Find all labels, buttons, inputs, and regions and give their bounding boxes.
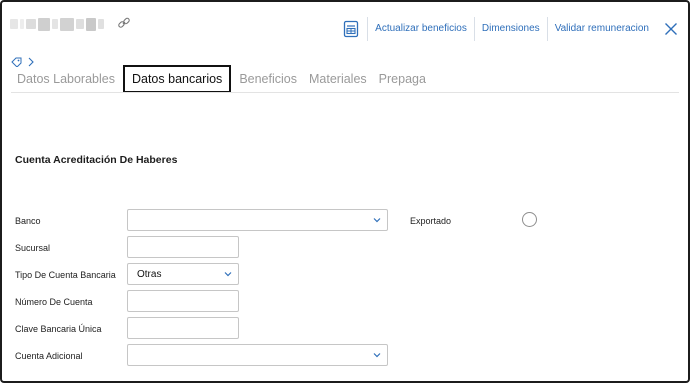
- close-icon: [665, 23, 677, 35]
- spreadsheet-icon[interactable]: [343, 20, 359, 38]
- record-title-redacted: [10, 16, 104, 32]
- section-title: Cuenta Acreditación De Haberes: [15, 154, 178, 166]
- toolbar: Actualizar beneficios Dimensiones Valida…: [343, 16, 684, 42]
- detail-panel: Actualizar beneficios Dimensiones Valida…: [0, 0, 690, 383]
- tabs-divider: [11, 92, 679, 93]
- bank-select[interactable]: [127, 209, 388, 231]
- extra-account-select[interactable]: [127, 344, 388, 366]
- tab-materiales[interactable]: Materiales: [303, 66, 373, 92]
- chevron-down-icon: [224, 272, 232, 277]
- account-type-select[interactable]: Otras: [127, 263, 239, 285]
- close-button[interactable]: [658, 17, 684, 41]
- cbu-value: [128, 323, 137, 334]
- account-type-label: Tipo De Cuenta Bancaria: [15, 270, 116, 280]
- account-number-value: [128, 296, 137, 307]
- tab-prepaga[interactable]: Prepaga: [373, 66, 432, 92]
- branch-input[interactable]: [127, 236, 239, 258]
- tab-datos-bancarios[interactable]: Datos bancarios: [122, 65, 232, 93]
- extra-account-label: Cuenta Adicional: [15, 351, 83, 361]
- dimensions-button[interactable]: Dimensiones: [473, 17, 547, 41]
- update-benefits-button[interactable]: Actualizar beneficios: [367, 17, 474, 41]
- exported-radio[interactable]: [522, 212, 537, 227]
- exported-label: Exportado: [410, 216, 452, 226]
- account-number-label: Número De Cuenta: [15, 297, 93, 307]
- tab-bar: Datos Laborables Datos bancarios Benefic…: [11, 65, 432, 93]
- chevron-down-icon: [373, 218, 381, 223]
- tab-datos-laborables[interactable]: Datos Laborables: [11, 66, 121, 92]
- cbu-input[interactable]: [127, 317, 239, 339]
- account-number-input[interactable]: [127, 290, 239, 312]
- link-icon[interactable]: [117, 16, 131, 30]
- branch-label: Sucursal: [15, 243, 51, 253]
- chevron-down-icon: [373, 353, 381, 358]
- bank-label: Banco: [15, 216, 41, 226]
- validate-pay-button[interactable]: Validar remuneracion: [546, 17, 656, 41]
- tab-beneficios[interactable]: Beneficios: [233, 66, 303, 92]
- branch-value: [128, 242, 137, 253]
- account-type-value: Otras: [137, 268, 162, 280]
- cbu-label: Clave Bancaria Única: [15, 324, 102, 334]
